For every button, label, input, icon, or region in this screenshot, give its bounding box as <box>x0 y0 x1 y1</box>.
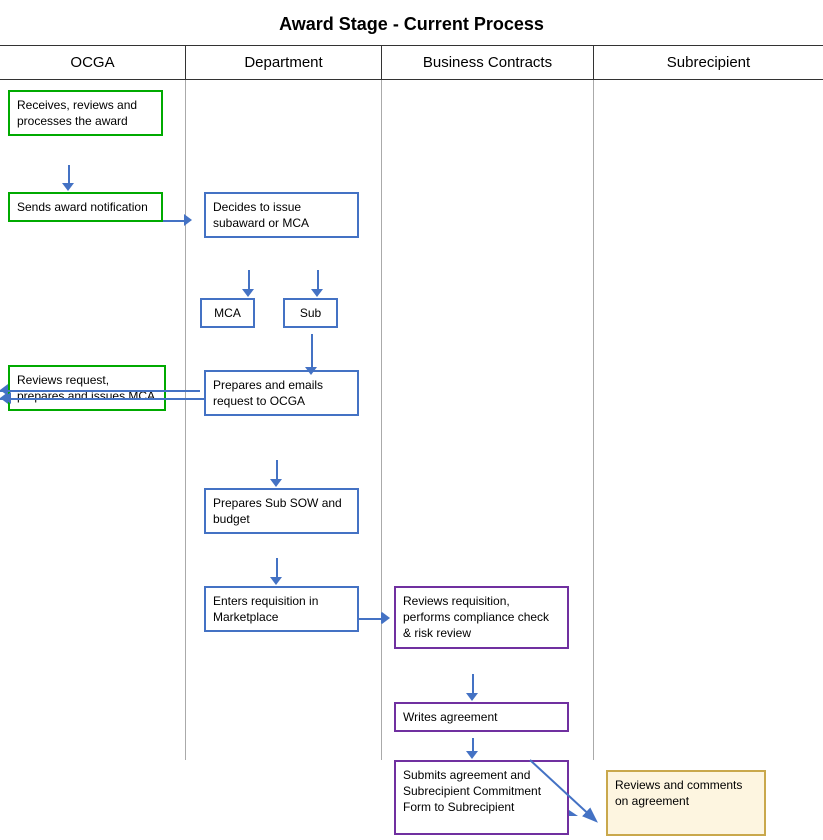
header-ocga: OCGA <box>0 46 186 79</box>
arrow-h-dept-ocga <box>186 398 206 400</box>
arrowhead-sends-to-decides <box>184 214 192 226</box>
header-business-contracts: Business Contracts <box>382 46 594 79</box>
header-subrecipient: Subrecipient <box>594 46 823 79</box>
mca-box: MCA <box>200 298 255 328</box>
arrow-down-1 <box>68 165 70 185</box>
arrow-h-to-ocga <box>17 398 204 400</box>
lane-business-contracts: Reviews requisition, performs compliance… <box>382 80 594 760</box>
arrowhead-sow <box>270 479 282 487</box>
header-department: Department <box>186 46 382 79</box>
arrowhead-req-to-bc <box>381 612 389 624</box>
decides-issue-box: Decides to issue subaward or MCA <box>204 192 359 238</box>
sends-award-box: Sends award notification <box>8 192 163 222</box>
swimlane-headers: OCGA Department Business Contracts Subre… <box>0 45 823 80</box>
page-title: Award Stage - Current Process <box>0 0 823 45</box>
diagonal-arrow-svg <box>530 760 610 840</box>
arrowhead-mca-to-ocga <box>0 384 8 396</box>
prepares-emails-box: Prepares and emails request to OCGA <box>204 370 359 416</box>
reviews-comments-box: Reviews and comments on agreement <box>606 770 766 836</box>
arrowhead-submits <box>466 751 478 759</box>
lane-ocga: Receives, reviews and processes the awar… <box>0 80 186 760</box>
writes-agreement-box: Writes agreement <box>394 702 569 732</box>
arrow-sub-prepares <box>311 334 313 370</box>
sub-box: Sub <box>283 298 338 328</box>
prepares-sow-box: Prepares Sub SOW and budget <box>204 488 359 534</box>
reviews-requisition-box: Reviews requisition, performs compliance… <box>394 586 569 649</box>
arrowhead-sub-prepares <box>305 367 317 375</box>
arrowhead-req <box>270 577 282 585</box>
arrowhead-1 <box>62 183 74 191</box>
arrowhead-sub <box>311 289 323 297</box>
swimlane-body: Receives, reviews and processes the awar… <box>0 80 823 760</box>
lane-subrecipient: Reviews and comments on agreement <box>594 80 823 760</box>
arrowhead-writes <box>466 693 478 701</box>
arrow-mca-to-ocga-h <box>0 390 200 392</box>
arrowhead-mca <box>242 289 254 297</box>
reviews-request-box: Reviews request, prepares and issues MCA <box>8 365 166 411</box>
swimlane-container: OCGA Department Business Contracts Subre… <box>0 45 823 760</box>
enters-requisition-box: Enters requisition in Marketplace <box>204 586 359 632</box>
receives-reviews-box: Receives, reviews and processes the awar… <box>8 90 163 136</box>
lane-department: Decides to issue subaward or MCA MCA Sub… <box>186 80 382 760</box>
arrow-sends-to-decides <box>163 220 186 222</box>
